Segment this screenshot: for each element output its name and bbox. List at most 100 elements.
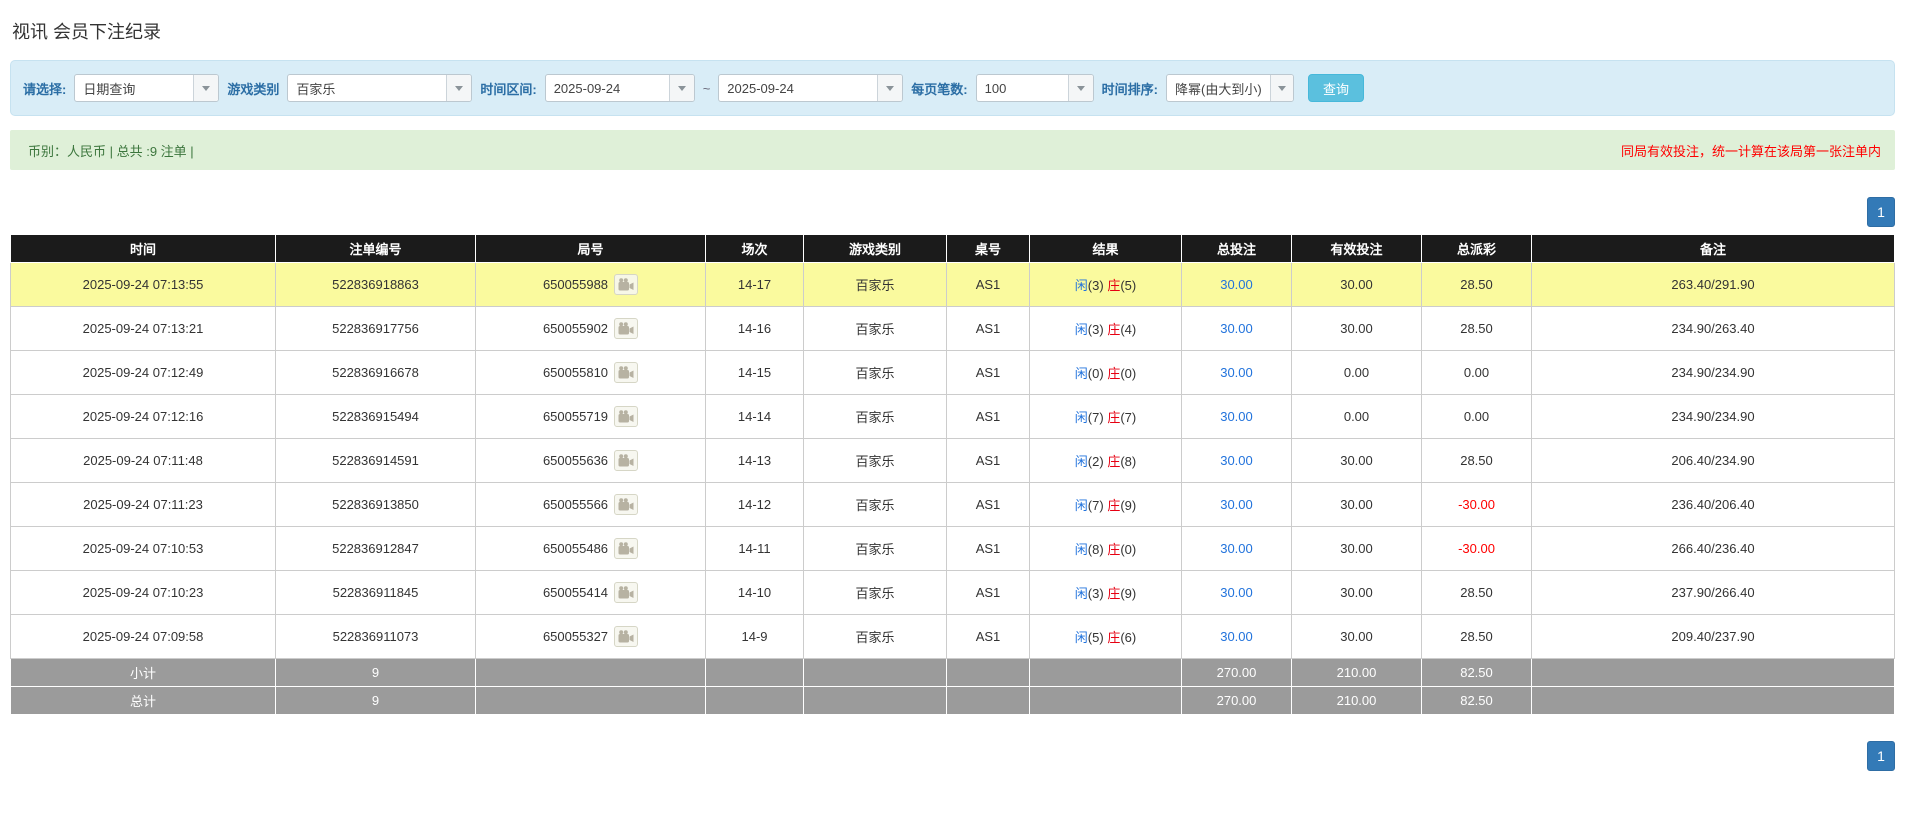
totals-payout: 82.50	[1421, 686, 1532, 715]
cell-session: 14-12	[705, 482, 804, 527]
chevron-down-icon[interactable]	[1067, 75, 1093, 101]
sort-order-select[interactable]: 降幂(由大到小)	[1165, 74, 1294, 102]
total-bet-link[interactable]: 30.00	[1220, 365, 1253, 380]
cell-total-bet: 30.00	[1181, 438, 1292, 483]
records-table: 时间 注单编号 局号 场次 游戏类别 桌号 结果 总投注 有效投注 总派彩 备注 2025-09-24…	[10, 234, 1895, 715]
cell-result: 闲(7) 庄(7)	[1029, 394, 1182, 439]
chevron-down-icon[interactable]	[877, 75, 903, 101]
round-id-text: 650055414	[542, 585, 609, 600]
cell-payout: 28.50	[1421, 438, 1532, 483]
video-replay-button[interactable]	[614, 582, 639, 603]
cell-time: 2025-09-24 07:12:49	[10, 350, 276, 395]
banker-result-label: 庄	[1107, 498, 1121, 513]
totals-empty-note	[1531, 658, 1895, 687]
round-id-text: 650055636	[542, 453, 609, 468]
cell-payout: 0.00	[1421, 394, 1532, 439]
video-replay-button[interactable]	[614, 274, 639, 295]
cell-session: 14-10	[705, 570, 804, 615]
cell-total-bet: 30.00	[1181, 526, 1292, 571]
cell-bet-id: 522836915494	[275, 394, 476, 439]
date-from-value: 2025-09-24	[553, 80, 621, 96]
round-id-wrap: 650055902	[543, 318, 639, 339]
cell-valid-bet: 30.00	[1291, 262, 1422, 307]
video-camera-icon	[618, 542, 634, 555]
total-bet-link[interactable]: 30.00	[1220, 629, 1253, 644]
cell-result: 闲(8) 庄(0)	[1029, 526, 1182, 571]
video-camera-icon	[618, 630, 634, 643]
round-id-wrap: 650055486	[543, 538, 639, 559]
video-camera-icon	[618, 322, 634, 335]
search-button[interactable]: 查询	[1307, 74, 1364, 102]
page-size-select[interactable]: 100	[975, 74, 1094, 102]
date-from-select[interactable]: 2025-09-24	[544, 74, 695, 102]
total-bet-link[interactable]: 30.00	[1220, 453, 1253, 468]
date-to-select[interactable]: 2025-09-24	[718, 74, 904, 102]
cell-round-id: 650055414	[475, 570, 706, 615]
round-id-wrap: 650055719	[542, 406, 639, 427]
column-header: 总派彩	[1421, 234, 1532, 263]
table-row: 2025-09-24 07:09:58 522836911073 650055327…	[10, 614, 1895, 659]
video-replay-button[interactable]	[614, 538, 639, 559]
banker-result-label: 庄	[1107, 542, 1121, 557]
cell-result: 闲(3) 庄(5)	[1029, 262, 1182, 307]
total-bet-link[interactable]: 30.00	[1220, 497, 1253, 512]
player-result-count: (7)	[1087, 410, 1104, 425]
player-result-label: 闲	[1074, 542, 1088, 557]
chevron-down-icon[interactable]	[446, 75, 472, 101]
cell-valid-bet: 30.00	[1291, 438, 1422, 483]
chevron-down-icon[interactable]	[668, 75, 694, 101]
summary-bar: 币别：人民币 | 总共 :9 注单 | 同局有效投注，统一计算在该局第一张注单内	[10, 130, 1895, 170]
player-result-count: (0)	[1087, 366, 1104, 381]
player-result-count: (3)	[1087, 278, 1104, 293]
cell-game-type: 百家乐	[803, 350, 947, 395]
round-id-text: 650055988	[542, 277, 609, 292]
round-id-wrap: 650055988	[542, 274, 639, 295]
cell-bet-id: 522836912847	[275, 526, 476, 571]
cell-session: 14-16	[705, 306, 804, 351]
video-replay-button[interactable]	[614, 406, 639, 427]
video-camera-icon	[618, 454, 634, 467]
player-result-label: 闲	[1074, 498, 1088, 513]
video-replay-button[interactable]	[614, 318, 639, 339]
cell-table-id: AS1	[946, 526, 1030, 571]
total-bet-link[interactable]: 30.00	[1220, 277, 1253, 292]
chevron-down-icon[interactable]	[193, 75, 219, 101]
cell-time: 2025-09-24 07:13:55	[10, 262, 276, 307]
cell-game-type: 百家乐	[803, 306, 947, 351]
video-camera-icon	[618, 498, 634, 511]
page-1-button[interactable]: 1	[1867, 197, 1895, 227]
cell-session: 14-11	[705, 526, 804, 571]
total-bet-link[interactable]: 30.00	[1220, 321, 1253, 336]
query-type-select[interactable]: 日期查询	[74, 74, 220, 102]
totals-payout: 82.50	[1421, 658, 1532, 687]
total-bet-link[interactable]: 30.00	[1220, 585, 1253, 600]
page-1-button[interactable]: 1	[1867, 741, 1895, 771]
cell-valid-bet: 30.00	[1291, 614, 1422, 659]
video-replay-button[interactable]	[614, 450, 639, 471]
table-row: 2025-09-24 07:11:48 522836914591 650055636…	[10, 438, 1895, 483]
chevron-down-icon[interactable]	[1269, 75, 1293, 101]
total-bet-link[interactable]: 30.00	[1220, 409, 1253, 424]
page-size-label: 每页笔数:	[911, 81, 968, 97]
cell-time: 2025-09-24 07:11:48	[10, 438, 276, 483]
video-replay-button[interactable]	[614, 494, 639, 515]
game-type-select[interactable]: 百家乐	[287, 74, 473, 102]
video-camera-icon	[618, 410, 634, 423]
cell-table-id: AS1	[946, 306, 1030, 351]
round-id-text: 650055327	[542, 629, 609, 644]
video-camera-icon	[618, 586, 634, 599]
total-bet-link[interactable]: 30.00	[1220, 541, 1253, 556]
video-replay-button[interactable]	[614, 626, 639, 647]
totals-empty-result	[1029, 686, 1182, 715]
cell-session: 14-9	[705, 614, 804, 659]
cell-payout: 28.50	[1421, 570, 1532, 615]
round-id-text: 650055719	[542, 409, 609, 424]
round-id-wrap: 650055327	[542, 626, 639, 647]
video-replay-button[interactable]	[614, 362, 639, 383]
column-header: 总投注	[1181, 234, 1292, 263]
banker-result-count: (7)	[1120, 410, 1137, 425]
cell-round-id: 650055719	[475, 394, 706, 439]
banker-result-count: (5)	[1120, 278, 1137, 293]
cell-valid-bet: 0.00	[1291, 350, 1422, 395]
query-type-label: 请选择:	[23, 81, 67, 97]
